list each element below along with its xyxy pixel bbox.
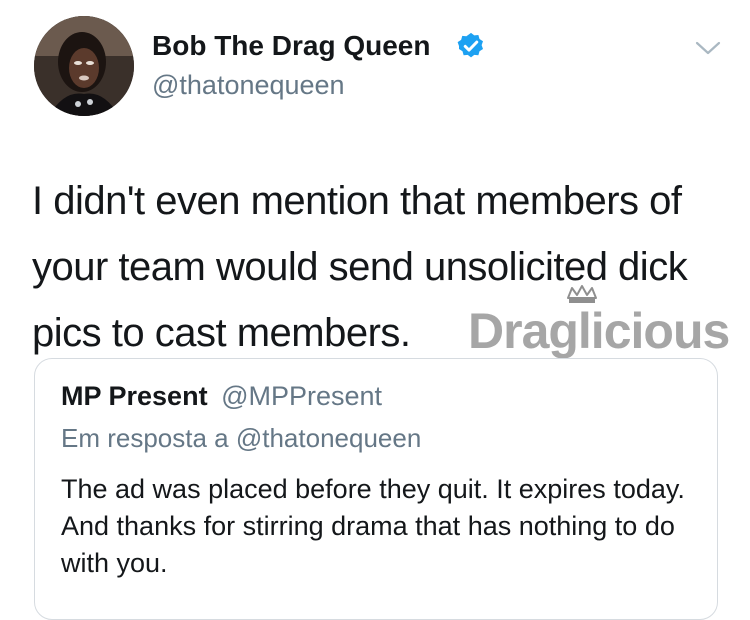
quoted-tweet-card[interactable]: MP Present @MPPresent Em resposta a @tha…: [34, 358, 718, 620]
quoted-tweet-author: MP Present @MPPresent: [61, 381, 382, 412]
user-handle[interactable]: @thatonequeen: [152, 70, 345, 101]
tweet-body-line: I didn't even mention that members of: [32, 179, 682, 223]
crown-icon: [567, 285, 597, 303]
quoted-tweet-text: The ad was placed before they quit. It e…: [61, 474, 685, 578]
avatar[interactable]: [34, 16, 134, 116]
chevron-down-icon[interactable]: [694, 40, 722, 56]
reply-context: Em resposta a @thatonequeen: [61, 423, 422, 453]
quoted-display-name[interactable]: MP Present: [61, 381, 208, 411]
display-name[interactable]: Bob The Drag Queen: [152, 30, 430, 62]
quoted-handle[interactable]: @MPPresent: [221, 381, 382, 411]
watermark-logo: Draglicious: [468, 285, 730, 359]
verified-badge-icon: [457, 32, 483, 58]
watermark-text: Draglicious: [468, 303, 729, 359]
